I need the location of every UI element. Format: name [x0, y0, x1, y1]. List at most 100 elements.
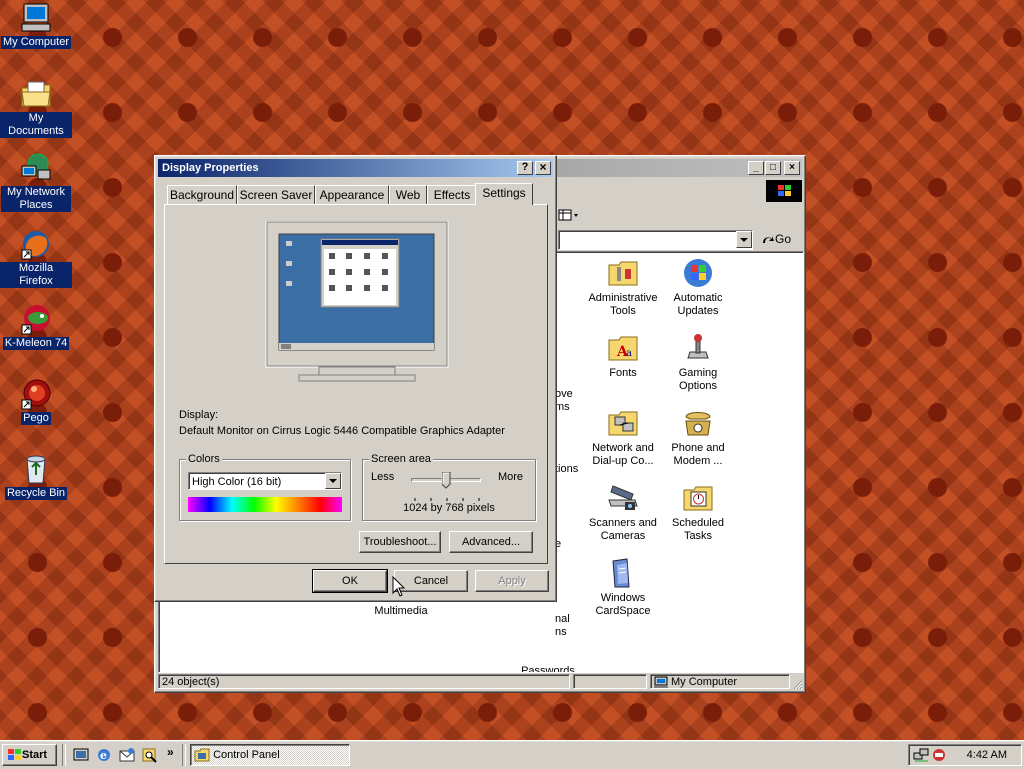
desktop-icon-recycle-bin[interactable]: Recycle Bin: [0, 453, 72, 500]
cp-item-scheduled-tasks[interactable]: Scheduled Tasks: [660, 482, 736, 543]
display-properties-dialog[interactable]: Display Properties ? × Background Screen…: [154, 155, 557, 602]
ok-button[interactable]: OK: [312, 569, 388, 593]
maximize-button[interactable]: □: [765, 161, 781, 175]
tab-screen-saver[interactable]: Screen Saver: [237, 185, 315, 204]
network-folder-icon: [607, 407, 639, 439]
internet-explorer-icon: e: [98, 749, 110, 762]
resolution-slider-thumb[interactable]: [441, 471, 451, 489]
show-desktop-button[interactable]: [72, 747, 90, 763]
taskbar-separator: [182, 744, 186, 766]
desktop-icon-my-documents[interactable]: My Documents: [0, 78, 72, 138]
joystick-icon: [682, 332, 714, 364]
tab-appearance[interactable]: Appearance: [315, 185, 389, 204]
cp-item-label: Windows CardSpace: [595, 592, 651, 617]
go-label: Go: [775, 232, 792, 246]
colors-dropdown-button[interactable]: [325, 473, 341, 489]
kmeleon-icon: [20, 303, 52, 335]
search-button[interactable]: [141, 747, 159, 763]
taskbar-task-control-panel[interactable]: Control Panel: [190, 744, 350, 766]
views-button[interactable]: [558, 208, 580, 222]
cp-item-label: Network and Dial-up Co...: [592, 442, 654, 467]
fonts-icon: Aa: [607, 332, 639, 364]
clock[interactable]: 4:42 AM: [967, 749, 1007, 761]
cp-item-administrative-tools[interactable]: Administrative Tools: [585, 257, 661, 318]
network-tray-icon[interactable]: [913, 747, 931, 763]
cp-item-label: Administrative Tools: [588, 292, 658, 317]
start-button[interactable]: Start: [2, 744, 57, 766]
colors-group: Colors High Color (16 bit): [179, 453, 351, 521]
settings-page: Display: Default Monitor on Cirrus Logic…: [164, 204, 548, 564]
cp-item-scanners-cameras[interactable]: Scanners and Cameras: [585, 482, 661, 543]
colors-group-label: Colors: [186, 453, 222, 465]
resize-grip[interactable]: [791, 678, 803, 690]
address-field[interactable]: [558, 230, 753, 250]
monitor-preview: [264, 220, 450, 383]
desktop-icon-network-places[interactable]: My Network Places: [0, 152, 72, 212]
firefox-icon: [20, 228, 52, 260]
desktop-icon-firefox[interactable]: Mozilla Firefox: [0, 228, 72, 288]
tab-web[interactable]: Web: [389, 185, 427, 204]
address-dropdown-button[interactable]: [736, 231, 752, 248]
status-spacer: [573, 674, 647, 689]
dialog-titlebar[interactable]: Display Properties ? ×: [158, 159, 553, 177]
tab-background[interactable]: Background: [167, 185, 237, 204]
cp-item-label: Multimedia: [374, 605, 428, 617]
desktop-icon-pego[interactable]: Pego: [0, 378, 72, 425]
folder-documents-icon: [20, 78, 52, 110]
partial-label: ns: [555, 626, 567, 638]
tab-effects[interactable]: Effects: [427, 185, 477, 204]
cp-item-windows-cardspace[interactable]: Windows CardSpace: [585, 557, 661, 618]
status-location: My Computer: [650, 674, 790, 689]
desktop-icon-my-computer[interactable]: My Computer: [0, 2, 72, 49]
phone-icon: [682, 407, 714, 439]
color-spectrum-bar: [188, 497, 342, 512]
svg-text:e: e: [100, 749, 107, 762]
minimize-button[interactable]: _: [748, 161, 764, 175]
desktop-icon-kmeleon[interactable]: K-Meleon 74: [0, 303, 72, 350]
close-button[interactable]: ×: [535, 161, 551, 175]
cp-item-phone-modem[interactable]: Phone and Modem ...: [660, 407, 736, 468]
screen-area-group: Screen area Less More 1024 by 768 pixels: [362, 453, 536, 521]
outlook-button[interactable]: [118, 747, 136, 763]
cp-item-multimedia[interactable]: Multimedia: [363, 605, 439, 618]
go-button[interactable]: Go: [761, 230, 801, 248]
chevron-down-icon: [740, 238, 748, 242]
screen-area-group-label: Screen area: [369, 453, 433, 465]
cp-item-fonts[interactable]: Aa Fonts: [585, 332, 661, 380]
start-label: Start: [22, 749, 48, 761]
slider-ticks: [413, 493, 483, 501]
troubleshoot-button[interactable]: Troubleshoot...: [359, 531, 441, 553]
cp-item-label: Fonts: [609, 367, 637, 379]
cardspace-icon: [607, 557, 639, 589]
cp-item-network-dialup[interactable]: Network and Dial-up Co...: [585, 407, 661, 468]
more-label: More: [497, 471, 523, 483]
cp-item-gaming-options[interactable]: Gaming Options: [660, 332, 736, 393]
desktop-icon-label: My Network Places: [1, 186, 71, 212]
partial-label: nal: [555, 613, 570, 625]
advanced-button[interactable]: Advanced...: [449, 531, 533, 553]
help-button[interactable]: ?: [517, 161, 533, 175]
admin-tools-icon: [607, 257, 639, 289]
resolution-text: 1024 by 768 pixels: [403, 502, 495, 514]
cp-item-label: Gaming Options: [678, 367, 718, 392]
desktop-icon-label: Pego: [21, 412, 51, 425]
network-icon: [20, 152, 52, 184]
cp-item-passwords[interactable]: Passwords: [510, 665, 586, 672]
close-button[interactable]: ×: [784, 161, 800, 175]
cp-item-label: Automatic Updates: [673, 292, 723, 317]
display-label: Display:: [179, 409, 219, 421]
security-tray-icon[interactable]: [931, 747, 949, 763]
desktop-icon-label: Recycle Bin: [4, 487, 68, 500]
quicklaunch-chevron[interactable]: »: [167, 745, 174, 759]
apply-button[interactable]: Apply: [475, 570, 549, 592]
cp-item-automatic-updates[interactable]: Automatic Updates: [660, 257, 736, 318]
ie-button[interactable]: e: [95, 747, 113, 763]
scheduled-tasks-icon: [682, 482, 714, 514]
tab-settings[interactable]: Settings: [475, 183, 533, 205]
computer-icon: [654, 676, 668, 688]
mouse-cursor: [392, 575, 406, 598]
colors-select[interactable]: High Color (16 bit): [188, 472, 342, 490]
desktop-icon-label: My Documents: [0, 112, 72, 138]
cp-item-label: Phone and Modem ...: [671, 442, 725, 467]
windows-flag-icon: [778, 185, 791, 196]
